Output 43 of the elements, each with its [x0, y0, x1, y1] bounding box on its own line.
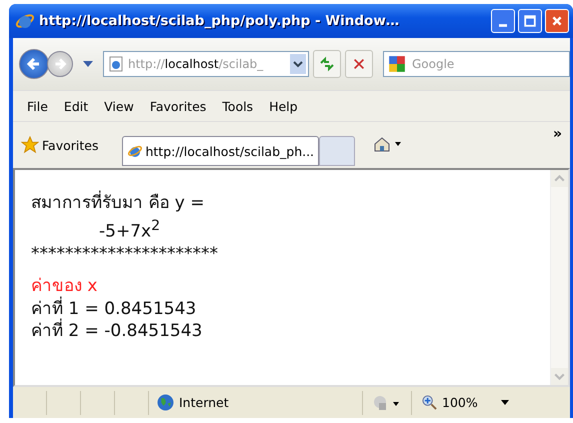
page-text: สมาการที่รับมา คือ y = — [31, 192, 550, 214]
menu-item[interactable]: Edit — [58, 96, 94, 116]
back-button[interactable] — [19, 49, 49, 79]
zoom-icon — [422, 395, 437, 410]
address-field[interactable]: http://localhost/scilab_ — [103, 51, 309, 77]
window-title: http://localhost/scilab_php/poly.php - Window… — [39, 13, 400, 29]
minimize-button[interactable] — [491, 9, 515, 33]
page-text: ค่าที่ 1 = 0.8451543 — [31, 298, 198, 319]
more-chevron[interactable]: » — [552, 126, 562, 142]
dropdown-icon[interactable] — [83, 61, 93, 67]
refresh-icon — [319, 56, 335, 72]
page-text: ค่าที่ 2 = -0.8451543 — [31, 320, 550, 343]
stop-icon — [352, 57, 366, 71]
search-field[interactable]: Google — [383, 51, 570, 77]
star-icon — [21, 136, 39, 154]
close-icon — [551, 15, 563, 27]
browser-tab[interactable]: http://localhost/scilab_ph... — [122, 136, 320, 166]
menu-item[interactable]: View — [98, 96, 140, 116]
menu-item[interactable]: Tools — [216, 96, 260, 116]
forward-button[interactable] — [47, 51, 73, 77]
refresh-button[interactable] — [313, 50, 341, 78]
dropdown-icon[interactable] — [290, 54, 306, 74]
zoom-button[interactable]: 100% — [412, 390, 519, 414]
menu-item[interactable]: Favorites — [144, 96, 212, 116]
maximize-icon — [524, 15, 536, 27]
home-icon — [373, 136, 404, 152]
search-provider-icon — [388, 55, 406, 73]
home-button[interactable] — [373, 136, 404, 154]
maximize-button[interactable] — [518, 9, 542, 33]
page-text: ********************** — [31, 242, 219, 266]
favorites-button[interactable]: Favorites — [17, 134, 102, 156]
formula-text: -5+7x$^{2}$ — [98, 216, 162, 243]
minimize-icon — [499, 24, 507, 26]
section-heading: ค่าของ x — [31, 275, 98, 296]
zone-text: Internet — [179, 395, 229, 410]
caret-icon — [500, 400, 509, 405]
page-icon — [127, 143, 144, 159]
menu-item[interactable]: Help — [263, 96, 304, 116]
menu-item[interactable]: File — [21, 96, 54, 116]
close-button[interactable] — [545, 9, 569, 33]
stop-button[interactable] — [345, 50, 373, 78]
globe-icon — [157, 394, 174, 411]
page-icon — [108, 56, 124, 72]
